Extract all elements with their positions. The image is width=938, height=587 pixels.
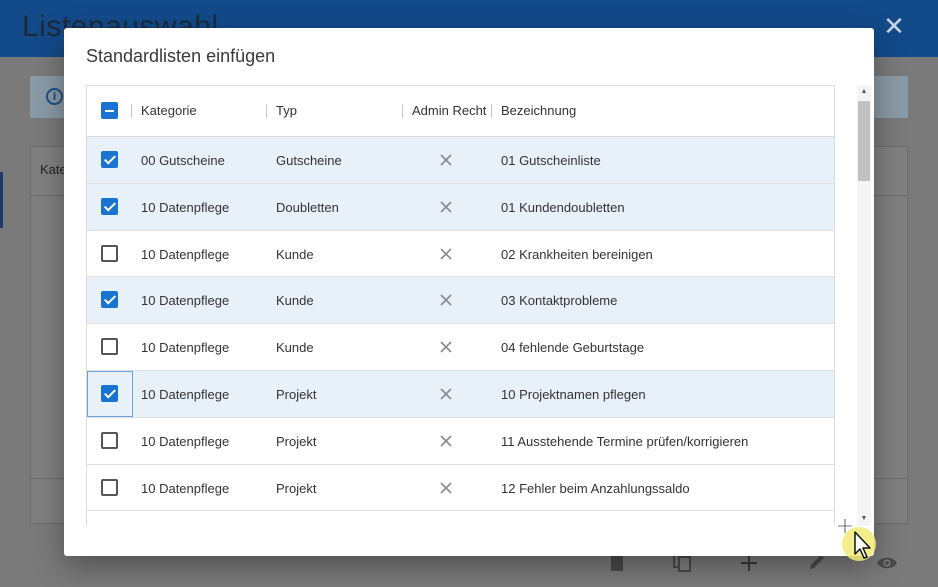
cell-kategorie: 10 Datenpflege: [141, 340, 230, 356]
cell-kategorie: 10 Datenpflege: [141, 386, 230, 402]
row-checkbox[interactable]: [101, 151, 118, 168]
cell-bezeichnung: 02 Krankheiten bereinigen: [501, 246, 653, 262]
admin-no-icon: [440, 341, 452, 353]
cell-bezeichnung: 03 Kontaktprobleme: [501, 293, 618, 309]
column-header-bezeichnung[interactable]: Bezeichnung: [501, 103, 576, 118]
admin-no-icon: [440, 248, 452, 260]
column-header-kategorie[interactable]: Kategorie: [141, 103, 197, 118]
cell-kategorie: 10 Datenpflege: [141, 199, 230, 215]
row-checkbox[interactable]: [101, 197, 118, 215]
cell-kategorie: 10 Datenpflege: [141, 433, 230, 449]
table-row[interactable]: 10 Datenpflege Projekt 12 Fehler beim Anza…: [87, 464, 834, 512]
table-row[interactable]: 10 Datenpflege Kunde 03 Kontaktprobleme: [87, 277, 834, 325]
column-separator: [491, 104, 492, 118]
table-body: 00 Gutscheine Gutscheine 01 Gutscheinliste…: [87, 137, 834, 512]
dialog-title: Standardlisten einfügen: [86, 46, 276, 66]
cell-bezeichnung: 10 Projektnamen pflegen: [501, 386, 646, 402]
cell-kategorie: 00 Gutscheine: [141, 153, 225, 168]
row-checkbox[interactable]: [101, 291, 118, 309]
cell-typ: Projekt: [276, 480, 317, 496]
row-checkbox[interactable]: [101, 384, 118, 402]
side-accent: [0, 172, 3, 228]
cell-bezeichnung: 01 Kundendoubletten: [501, 199, 625, 215]
column-header-typ[interactable]: Typ: [276, 103, 297, 118]
close-icon[interactable]: ✕: [880, 12, 908, 40]
eye-icon[interactable]: [872, 552, 902, 578]
column-header-admin-recht[interactable]: Admin Recht: [412, 103, 486, 118]
cell-typ: Kunde: [276, 293, 314, 309]
table-row[interactable]: 00 Gutscheine Gutscheine 01 Gutscheinliste: [87, 137, 834, 184]
cell-typ: Projekt: [276, 386, 317, 402]
column-header-kategorie: Kate: [40, 162, 67, 177]
scroll-down-arrow-icon[interactable]: ▼: [857, 514, 871, 524]
scroll-up-arrow-icon[interactable]: ▲: [857, 87, 871, 97]
info-icon: i: [46, 88, 63, 105]
admin-no-icon: [440, 388, 452, 400]
admin-no-icon: [440, 435, 452, 447]
table-header: Kategorie Typ Admin Recht Bezeichnung: [87, 86, 834, 137]
cell-bezeichnung: 04 fehlende Geburtstage: [501, 340, 645, 356]
cell-bezeichnung: 01 Gutscheinliste: [501, 153, 601, 168]
row-checkbox[interactable]: [101, 431, 118, 449]
cell-typ: Gutscheine: [276, 153, 342, 168]
column-separator: [131, 104, 132, 118]
row-checkbox[interactable]: [101, 338, 118, 356]
admin-no-icon: [440, 294, 452, 306]
row-checkbox[interactable]: [101, 244, 118, 262]
row-checkbox[interactable]: [101, 478, 118, 496]
insert-standard-lists-dialog: Standardlisten einfügen Kategorie Typ Ad…: [64, 28, 874, 556]
table-row[interactable]: 10 Datenpflege Projekt 11 Ausstehende Term…: [87, 417, 834, 465]
cell-typ: Kunde: [276, 246, 314, 262]
cell-typ: Doubletten: [276, 199, 339, 215]
admin-no-icon: [440, 482, 452, 494]
table-row[interactable]: 10 Datenpflege Doubletten 01 Kundendoublet…: [87, 183, 834, 231]
admin-no-icon: [440, 201, 452, 213]
vertical-scrollbar[interactable]: ▲ ▼: [857, 85, 871, 526]
scroll-thumb[interactable]: [858, 101, 870, 181]
cell-kategorie: 10 Datenpflege: [141, 246, 230, 262]
cell-typ: Kunde: [276, 340, 314, 356]
select-all-checkbox[interactable]: [101, 102, 118, 119]
table-row[interactable]: 10 Datenpflege Kunde 02 Krankheiten berein…: [87, 230, 834, 278]
admin-no-icon: [440, 154, 452, 166]
cell-typ: Projekt: [276, 433, 317, 449]
table-row[interactable]: 10 Datenpflege Kunde 04 fehlende Geburtsta…: [87, 324, 834, 371]
lists-table: Kategorie Typ Admin Recht Bezeichnung 00…: [86, 85, 835, 526]
mouse-pointer-icon: [854, 531, 871, 559]
cell-kategorie: 10 Datenpflege: [141, 480, 230, 496]
cell-bezeichnung: 12 Fehler beim Anzahlungssaldo: [501, 480, 690, 496]
cell-kategorie: 10 Datenpflege: [141, 293, 230, 309]
cell-bezeichnung: 11 Ausstehende Termine prüfen/korrigiere…: [501, 433, 749, 449]
column-separator: [402, 104, 403, 118]
table-row[interactable]: 10 Datenpflege Projekt 10 Projektnamen pfl…: [87, 370, 834, 418]
column-separator: [266, 104, 267, 118]
